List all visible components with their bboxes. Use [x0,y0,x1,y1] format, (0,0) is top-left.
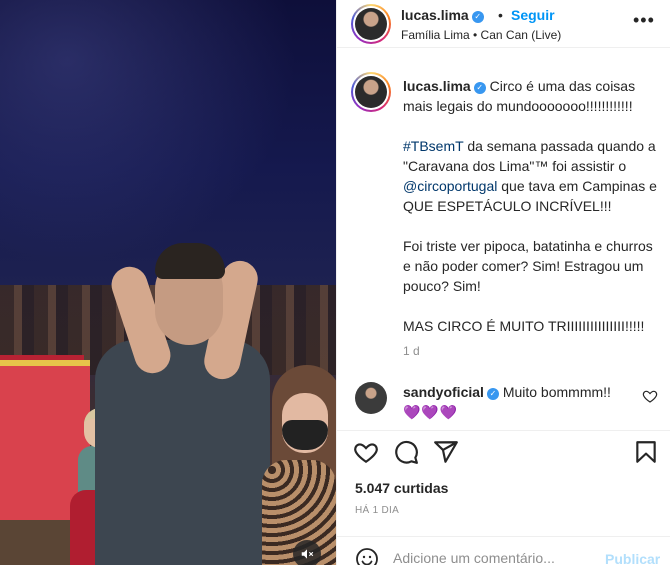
comment-icon[interactable] [393,439,419,465]
separator-dot: • [498,7,503,23]
publish-button[interactable]: Publicar [605,551,660,565]
post-caption: lucas.lima ✓ Circo é uma das coisas mais … [403,76,663,356]
comment-hearts: 💜💜💜 [403,404,459,420]
share-icon[interactable] [433,439,459,465]
audio-subtitle[interactable]: Família Lima • Can Can (Live) [401,28,561,42]
caption-paragraph-4: MAS CIRCO É MUITO TRIIIIIIIIIIIIIII!!!!! [403,318,645,334]
comment-composer: Publicar [337,536,670,565]
action-bar [337,430,670,470]
mention-link[interactable]: @circoportugal [403,178,497,194]
author-username-text[interactable]: lucas.lima [401,7,469,23]
verified-badge-icon: ✓ [473,82,486,94]
comment-input[interactable] [393,547,593,565]
bookmark-icon[interactable] [633,439,659,465]
post-date: HÁ 1 DIA [355,505,400,516]
comment-body: Muito bommmm!! [502,384,611,400]
caption-username[interactable]: lucas.lima [403,78,471,94]
hashtag-link[interactable]: #TBsemT [403,138,463,154]
author-avatar[interactable] [351,4,391,44]
follow-button[interactable]: Seguir [511,7,555,23]
likes-count[interactable]: 5.047 curtidas [355,480,448,496]
emoji-icon[interactable] [355,547,379,565]
comments-section: lucas.lima ✓ Circo é uma das coisas mais … [337,56,670,430]
commenter-username[interactable]: sandyoficial [403,384,484,400]
caption-avatar[interactable] [351,72,391,112]
post-header: lucas.lima ✓ • Seguir Família Lima • Can … [337,0,670,48]
post-video[interactable] [0,0,336,565]
commenter-avatar[interactable] [355,382,387,414]
man-figure [95,235,270,565]
mute-icon [301,549,314,559]
verified-badge-icon: ✓ [486,388,499,400]
verified-badge-icon: ✓ [471,11,484,23]
caption-timestamp[interactable]: 1 d [403,344,420,358]
comment-text: sandyoficial ✓ Muito bommmm!! [403,384,611,400]
comment-item: sandyoficial ✓ Muito bommmm!! 💜💜💜 [337,378,670,428]
caption-paragraph-3: Foi triste ver pipoca, batatinha e churr… [403,238,653,294]
comment-heart-icon[interactable] [642,388,658,404]
more-icon[interactable]: ••• [633,10,655,31]
woman-figure [262,365,336,565]
mute-button[interactable] [293,540,321,565]
heart-icon[interactable] [353,439,379,465]
author-username[interactable]: lucas.lima ✓ [401,7,484,23]
post-sidebar: lucas.lima ✓ • Seguir Família Lima • Can … [336,0,670,565]
